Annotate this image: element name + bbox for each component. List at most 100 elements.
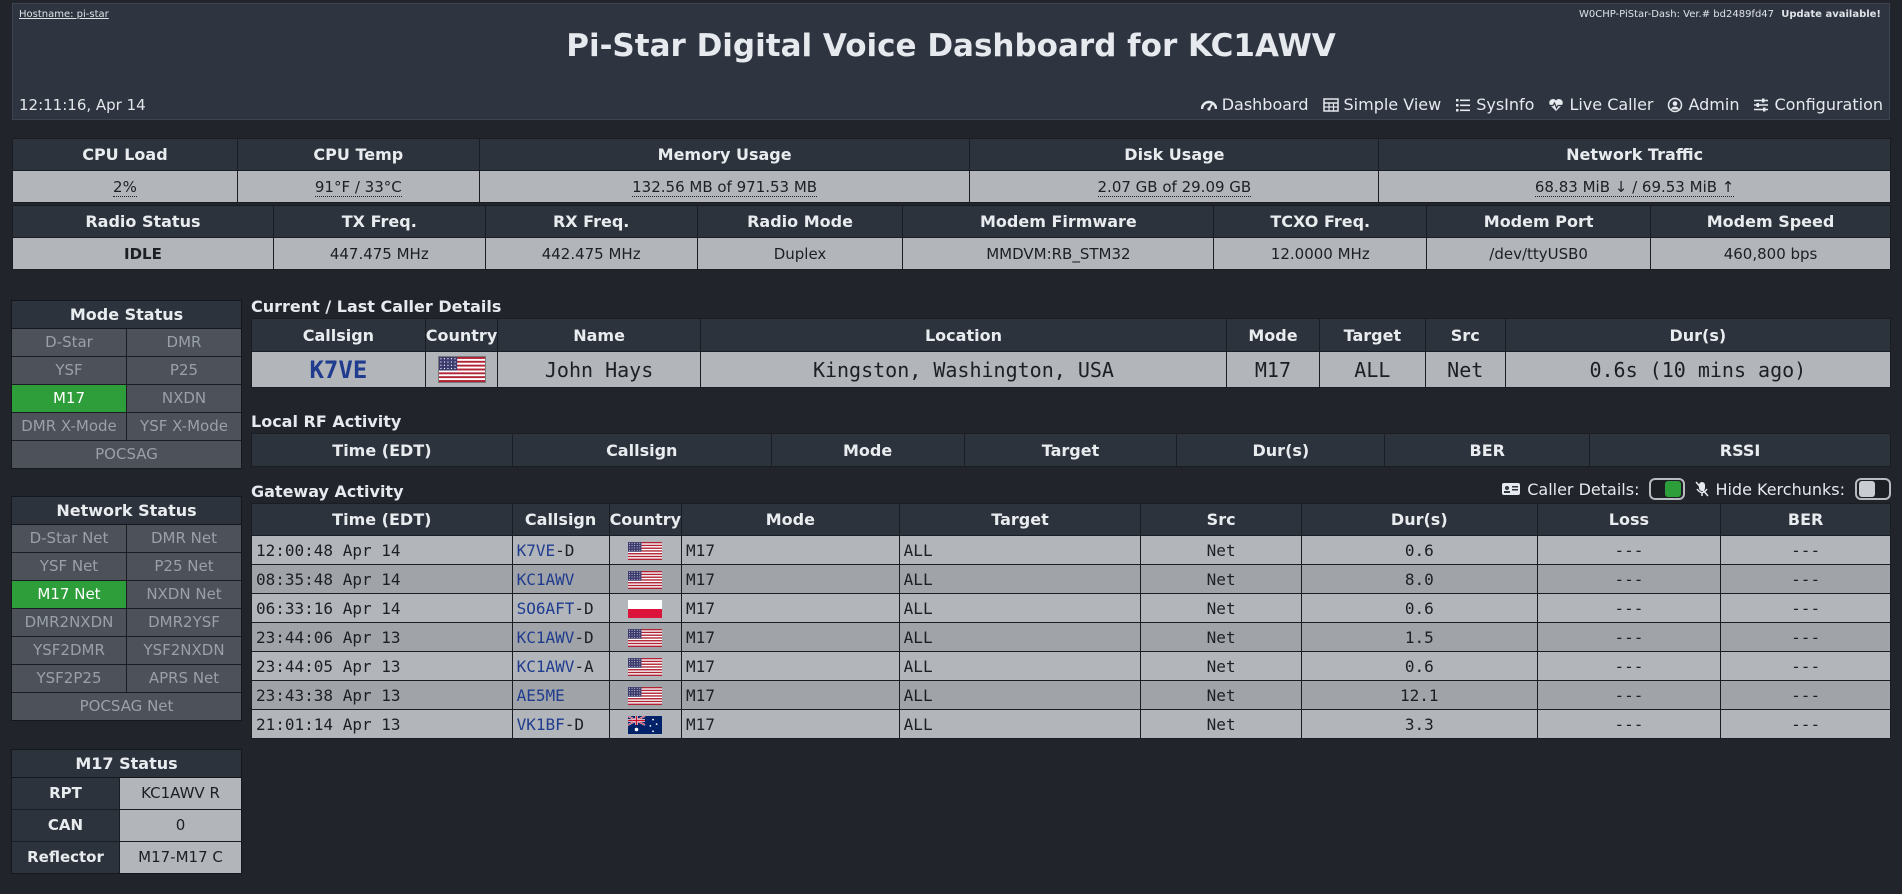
caller-header: Location	[699, 318, 1228, 352]
gateway-header: BER	[1720, 503, 1891, 536]
gateway-dur: 3.3	[1300, 709, 1538, 739]
gateway-callsign: KC1AWV-A	[511, 651, 610, 681]
gateway-mode: M17	[681, 680, 900, 710]
gateway-header: Src	[1140, 503, 1302, 536]
mode-dmr-x-mode: DMR X-Mode	[12, 413, 126, 440]
gateway-header: Callsign	[511, 503, 610, 536]
flag-pl-icon	[628, 599, 663, 618]
gateway-time: 21:01:14 Apr 13	[251, 709, 513, 739]
gateway-country	[608, 535, 683, 565]
nav-label: SysInfo	[1476, 95, 1535, 114]
radio-value: 12.0000 MHz	[1213, 237, 1428, 270]
list-icon	[1455, 97, 1471, 113]
gateway-country	[608, 622, 683, 652]
network-status-title: Network Status	[12, 497, 241, 525]
hide-kerchunks-toggle[interactable]	[1855, 478, 1891, 500]
gateway-callsign: KC1AWV-D	[511, 622, 610, 652]
caller-details-table: Callsign Country Name Location Mode Target Src…	[251, 318, 1892, 388]
gateway-row: 23:44:05 Apr 13 KC1AWV-A M17 ALL Net 0.6 --- --…	[251, 651, 1891, 681]
mode-m17: M17	[12, 385, 126, 412]
system-stats-table: CPU Load CPU Temp Memory Usage Disk Usage Ne…	[12, 138, 1891, 203]
system-value: 2%	[12, 170, 238, 203]
m17-key: RPT	[12, 778, 119, 809]
flag-au-icon	[627, 714, 663, 734]
callsign-link[interactable]: SO6AFT	[517, 599, 575, 618]
nav-label: Simple View	[1343, 95, 1442, 114]
caller-dur: 0.6s (10 mins ago)	[1504, 351, 1892, 388]
gateway-loss: ---	[1536, 622, 1722, 652]
local-rf-header: BER	[1384, 433, 1591, 467]
local-rf-header: RSSI	[1589, 433, 1891, 467]
nav-admin[interactable]: Admin	[1667, 95, 1739, 114]
nav-configuration[interactable]: Configuration	[1753, 95, 1883, 114]
network-nxdn-net: NXDN Net	[127, 581, 241, 608]
nav-live-caller[interactable]: Live Caller	[1548, 95, 1653, 114]
caller-mode: M17	[1226, 351, 1320, 388]
callsign-link[interactable]: K7VE	[517, 541, 556, 560]
gateway-src: Net	[1140, 651, 1302, 681]
radio-header: Radio Mode	[696, 205, 904, 238]
callsign-link[interactable]: KC1AWV	[517, 657, 575, 676]
radio-value: 442.475 MHz	[484, 237, 698, 270]
gateway-mode: M17	[681, 622, 900, 652]
network-dmr2nxdn: DMR2NXDN	[12, 609, 126, 636]
dashboard-header: Hostname: pi-star W0CHP-PiStar-Dash: Ver…	[12, 3, 1890, 120]
local-rf-header: Time (EDT)	[251, 433, 513, 467]
mode-status-title: Mode Status	[12, 301, 241, 329]
nav-sysinfo[interactable]: SysInfo	[1455, 95, 1534, 114]
system-value-text: 68.83 MiB ↓ / 69.53 MiB ↑	[1534, 177, 1735, 197]
caller-details-toggle[interactable]	[1649, 478, 1686, 500]
local-rf-header: Mode	[770, 433, 965, 467]
callsign-link[interactable]: KC1AWV	[517, 628, 575, 647]
gateway-src: Net	[1140, 709, 1302, 739]
nav-label: Dashboard	[1221, 95, 1309, 114]
radio-info-table: Radio Status TX Freq. RX Freq. Radio Mode Mo…	[12, 205, 1891, 270]
local-rf-header: Dur(s)	[1176, 433, 1386, 467]
gateway-country	[608, 709, 683, 739]
update-available-link[interactable]: Update available!	[1781, 9, 1881, 20]
gateway-src: Net	[1140, 680, 1302, 710]
gateway-loss: ---	[1536, 535, 1722, 565]
system-header: CPU Temp	[236, 138, 480, 171]
caller-callsign[interactable]: K7VE	[251, 351, 426, 388]
network-d-star-net: D-Star Net	[12, 525, 126, 552]
mode-pocsag: POCSAG	[12, 441, 241, 468]
system-value-text: 2%	[113, 177, 137, 197]
clock: 12:11:16, Apr 14	[19, 96, 146, 114]
microphone-slash-icon	[1695, 481, 1710, 497]
version-info: W0CHP-PiStar-Dash: Ver.# bd2489fd47 Upda…	[1579, 9, 1881, 20]
gateway-target: ALL	[898, 680, 1142, 710]
nav-dashboard[interactable]: Dashboard	[1200, 95, 1309, 114]
gateway-ber: ---	[1720, 535, 1891, 565]
caller-name: John Hays	[497, 351, 701, 388]
hide-kerchunks-label: Hide Kerchunks:	[1715, 479, 1845, 499]
system-header: CPU Load	[12, 138, 238, 171]
gateway-src: Net	[1140, 535, 1302, 565]
gateway-row: 12:00:48 Apr 14 K7VE-D M17 ALL Net 0.6 --- ---	[251, 535, 1891, 565]
gateway-callsign: K7VE-D	[511, 535, 610, 565]
local-rf-table: Time (EDT) Callsign Mode Target Dur(s) BER RSS…	[251, 433, 1891, 467]
gateway-row: 23:44:06 Apr 13 KC1AWV-D M17 ALL Net 1.5 --- --…	[251, 622, 1891, 652]
mode-p25: P25	[127, 357, 241, 384]
gateway-activity-table: Time (EDT) Callsign Country Mode Target Src Du…	[251, 503, 1891, 739]
system-header: Network Traffic	[1378, 138, 1891, 171]
network-dmr2ysf: DMR2YSF	[127, 609, 241, 636]
dashboard-icon	[1200, 97, 1217, 113]
gateway-toggles: Caller Details: Hide Kerchunks:	[1501, 478, 1891, 500]
radio-header: Radio Status	[12, 205, 274, 238]
gateway-src: Net	[1140, 622, 1302, 652]
caller-section-label: Current / Last Caller Details	[251, 297, 502, 316]
nav-simple-view[interactable]: Simple View	[1322, 95, 1442, 114]
gateway-mode: M17	[681, 564, 900, 594]
radio-value: Duplex	[696, 237, 904, 270]
flag-us-icon	[628, 541, 663, 560]
system-value: 91°F / 33°C	[236, 170, 480, 203]
radio-header: RX Freq.	[484, 205, 698, 238]
m17-value: KC1AWV R	[120, 778, 241, 809]
callsign-link[interactable]: KC1AWV	[517, 570, 575, 589]
mode-status-panel: Mode Status D-Star DMR YSF P25 M17 NXDN DMR X-…	[11, 300, 242, 469]
callsign-suffix: -D	[574, 598, 594, 618]
callsign-link[interactable]: AE5ME	[517, 686, 565, 705]
radio-value: 447.475 MHz	[272, 237, 486, 270]
callsign-link[interactable]: VK1BF	[517, 715, 565, 734]
